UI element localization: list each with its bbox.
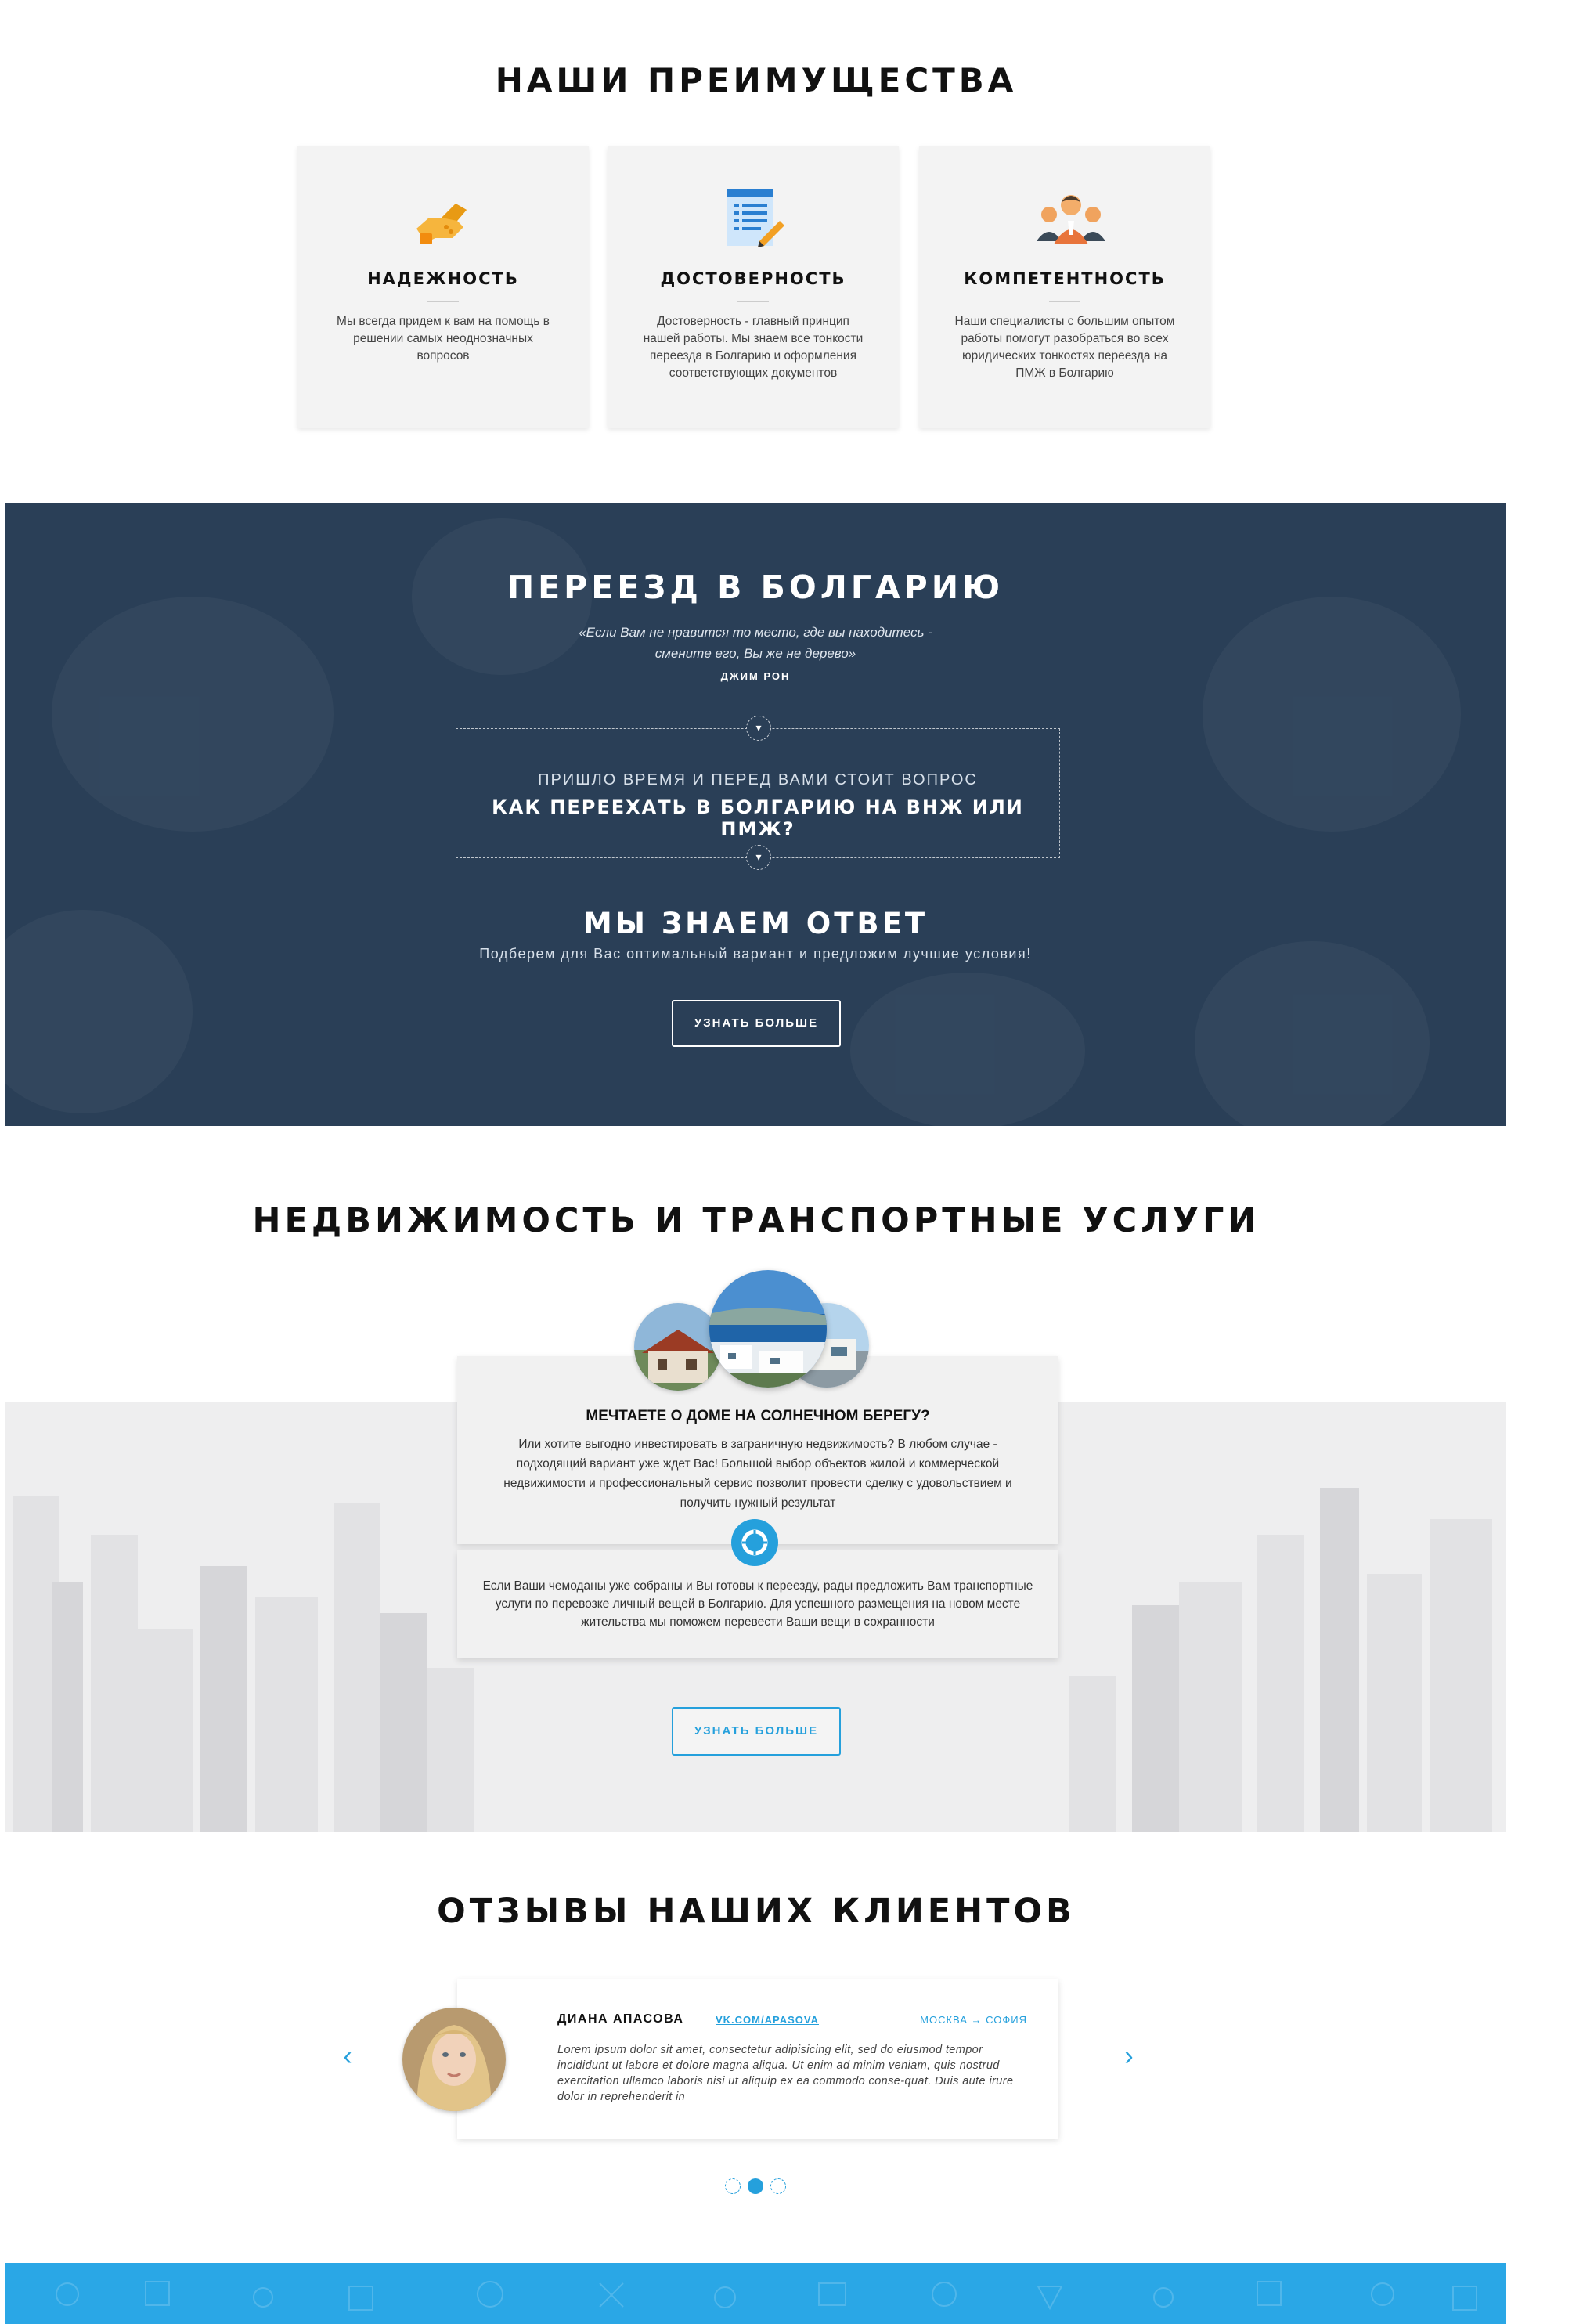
answer-title: МЫ ЗНАЕМ ОТВЕТ	[582, 907, 929, 940]
review-text: Lorem ipsum dolor sit amet, consectetur …	[557, 2044, 1014, 2103]
handshake-icon	[412, 186, 474, 249]
slider-dot[interactable]	[725, 2178, 741, 2194]
quote-author: ДЖИМ РОН	[720, 670, 791, 682]
realty-card-title: МЕЧТАЕТЕ О ДОМЕ НА СОЛНЕЧНОМ БЕРЕГУ?	[586, 1408, 930, 1424]
chevron-down-icon: ▾	[746, 845, 771, 870]
realty-title: НЕДВИЖИМОСТЬ И ТРАНСПОРТНЫЕ УСЛУГИ	[252, 1201, 1260, 1240]
advantage-card-competence: КОМПЕТЕНТНОСТЬ Наши специалисты с больши…	[919, 146, 1210, 428]
seaside-photo	[709, 1270, 827, 1388]
advantages-title: НАШИ ПРЕИМУЩЕСТВА	[495, 61, 1018, 99]
advantage-title: НАДЕЖНОСТЬ	[367, 269, 519, 288]
reviews-title: ОТЗЫВЫ НАШИХ КЛИЕНТОВ	[437, 1892, 1076, 1931]
footer-banner	[5, 2263, 1506, 2324]
divider	[427, 301, 459, 302]
transport-card-text: Если Ваши чемоданы уже собраны и Вы гото…	[482, 1579, 1033, 1629]
reviewer-route: МОСКВА → СОФИЯ	[920, 2014, 1027, 2026]
document-pencil-icon	[722, 186, 784, 249]
move-section: ПЕРЕЕЗД В БОЛГАРИЮ «Если Вам не нравится…	[5, 503, 1506, 1126]
advantage-card-reliability: НАДЕЖНОСТЬ Мы всегда придем к вам на пом…	[297, 146, 589, 428]
prev-arrow-icon[interactable]: ‹	[334, 2043, 362, 2072]
reviewer-profile-link[interactable]: VK.COM/APASOVA	[716, 2014, 819, 2026]
lifebuoy-icon	[731, 1519, 778, 1566]
learn-more-button[interactable]: УЗНАТЬ БОЛЬШЕ	[672, 1707, 841, 1756]
house-photo	[634, 1303, 722, 1391]
divider	[1049, 301, 1080, 302]
reviewer-name: ДИАНА АПАСОВА	[557, 2012, 684, 2026]
shell-decoration	[850, 973, 1085, 1126]
slider-dot-active[interactable]	[748, 2178, 763, 2194]
advantage-text: Достоверность - главный принцип нашей ра…	[643, 315, 864, 380]
question-line-1: ПРИШЛО ВРЕМЯ И ПЕРЕД ВАМИ СТОИТ ВОПРОС	[538, 771, 978, 788]
divider	[737, 301, 769, 302]
avatar	[402, 2008, 506, 2111]
advantage-card-credibility: ДОСТОВЕРНОСТЬ Достоверность - главный пр…	[608, 146, 899, 428]
move-title: ПЕРЕЕЗД В БОЛГАРИЮ	[507, 568, 1004, 606]
shell-decoration	[5, 910, 193, 1113]
advantage-title: ДОСТОВЕРНОСТЬ	[660, 269, 846, 288]
chevron-down-icon: ▾	[746, 716, 771, 741]
answer-subtitle: Подберем для Вас оптимальный вариант и п…	[479, 946, 1032, 962]
shell-decoration	[1195, 941, 1430, 1126]
quote-line: «Если Вам не нравится то место, где вы н…	[579, 625, 932, 640]
advantage-text: Наши специалисты с большим опытом работы…	[954, 315, 1175, 380]
next-arrow-icon[interactable]: ›	[1115, 2043, 1143, 2072]
learn-more-button[interactable]: УЗНАТЬ БОЛЬШЕ	[672, 1000, 841, 1047]
question-box: ▾ ПРИШЛО ВРЕМЯ И ПЕРЕД ВАМИ СТОИТ ВОПРОС…	[456, 716, 1060, 870]
transport-card: Если Ваши чемоданы уже собраны и Вы гото…	[457, 1550, 1058, 1658]
question-line-2: КАК ПЕРЕЕХАТЬ В БОЛГАРИЮ НА ВНЖ ИЛИ ПМЖ?	[492, 796, 1024, 840]
review-card: ДИАНА АПАСОВА VK.COM/APASOVA МОСКВА → СО…	[457, 1979, 1058, 2139]
slider-dot[interactable]	[770, 2178, 786, 2194]
advantage-text: Мы всегда придем к вам на помощь в решен…	[337, 315, 550, 363]
quote-line: смените его, Вы же не дерево»	[654, 646, 856, 661]
advantage-title: КОМПЕТЕНТНОСТЬ	[964, 269, 1166, 288]
realty-card-text: Или хотите выгодно инвестировать в загра…	[503, 1438, 1012, 1510]
quote: «Если Вам не нравится то место, где вы н…	[5, 622, 1506, 664]
team-icon	[1033, 186, 1105, 249]
